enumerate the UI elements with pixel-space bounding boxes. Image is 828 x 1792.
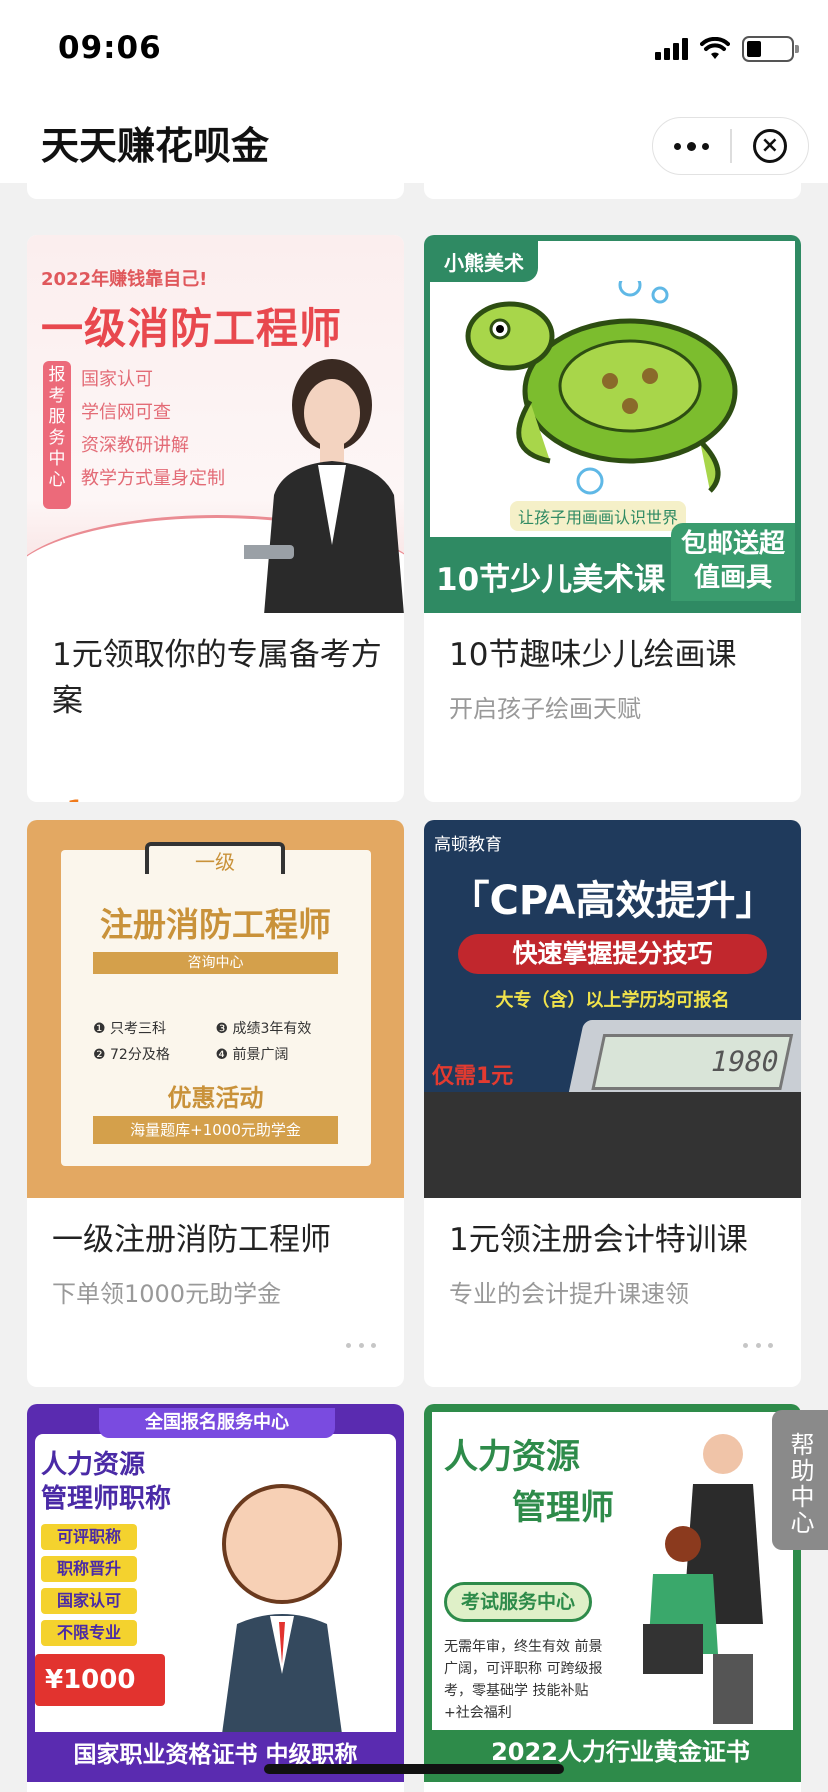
calculator-keys <box>424 1092 801 1198</box>
thumb-headline-2: 管理师 <box>512 1488 614 1528</box>
thumb-list: ❶ 只考三科 ❸ 成绩3年有效 ❷ 72分及格 ❹ 前景广阔 <box>93 1016 338 1068</box>
product-card-partial[interactable] <box>27 183 404 199</box>
product-thumbnail[interactable]: 全国报名服务中心 人力资源 管理师职称 可评职称 职称晋升 国家认可 不限专业 … <box>27 1404 404 1782</box>
product-card[interactable]: 2022年赚钱靠自己! 一级消防工程师 报考服务中心 国家认可 学信网可查 资深… <box>27 235 404 802</box>
brand-logo: 小熊美术 <box>430 241 538 282</box>
home-indicator <box>264 1764 564 1774</box>
product-card[interactable]: 全国报名服务中心 人力资源 管理师职称 可评职称 职称晋升 国家认可 不限专业 … <box>27 1404 404 1792</box>
thumb-list-item: ❸ 成绩3年有效 <box>215 1021 312 1037</box>
calculator-screen: 1980 <box>591 1034 794 1090</box>
product-title[interactable]: 1元领注册会计特训课 <box>449 1217 779 1263</box>
thumb-pill: 职称晋升 <box>41 1556 137 1582</box>
product-thumbnail[interactable]: 人力资源 管理师 考试服务中心 无需年审，终生有效 前景广阔，可评职称 可跨级报… <box>424 1404 801 1782</box>
thumb-headline: 注册消防工程师 <box>100 905 331 944</box>
product-subtitle: 专业的会计提升课速领 <box>449 1280 689 1308</box>
product-title[interactable]: 一级注册消防工程师 <box>52 1217 382 1263</box>
mini-program-capsule: × <box>652 117 809 175</box>
product-card[interactable]: 人力资源 管理师 考试服务中心 无需年审，终生有效 前景广阔，可评职称 可跨级报… <box>424 1404 801 1792</box>
product-title[interactable]: 1元领取你的专属备考方案 <box>52 632 382 724</box>
product-card-partial[interactable] <box>424 183 801 199</box>
thumb-headline: 人力资源 管理师职称 <box>41 1448 171 1516</box>
card-more-icon[interactable] <box>346 1343 376 1351</box>
product-thumbnail[interactable]: 一级 注册消防工程师 咨询中心 ❶ 只考三科 ❸ 成绩3年有效 ❷ 72分及格 … <box>27 820 404 1198</box>
nav-bar: 天天赚花呗金 × <box>0 95 828 183</box>
thumb-band-text: 10节少儿美术课 <box>436 562 666 598</box>
product-thumbnail[interactable]: 高顿教育 「CPA高效提升」 快速掌握提分技巧 大专（含）以上学历均可报名 19… <box>424 820 801 1198</box>
card-more-icon[interactable] <box>743 1343 773 1351</box>
thumb-clip-label: 一级 <box>145 842 285 874</box>
thumb-list-item: ❹ 前景广阔 <box>215 1047 289 1063</box>
presenter-illustration <box>244 359 404 613</box>
thumb-point: 资深教研讲解 <box>81 435 189 456</box>
thumb-tag: 2022年赚钱靠自己! <box>41 269 208 290</box>
help-center-tab[interactable]: 帮助中心 <box>772 1410 828 1550</box>
price-value: 1 <box>66 793 86 802</box>
product-feed[interactable]: 2022年赚钱靠自己! 一级消防工程师 报考服务中心 国家认可 学信网可查 资深… <box>0 183 828 1792</box>
brand-logo: 高顿教育 <box>434 835 502 855</box>
product-card[interactable]: 高顿教育 「CPA高效提升」 快速掌握提分技巧 大专（含）以上学历均可报名 19… <box>424 820 801 1387</box>
product-price: ¥1 <box>52 793 86 802</box>
thumb-pill: 可评职称 <box>41 1524 137 1550</box>
page-title: 天天赚花呗金 <box>41 124 270 168</box>
thumb-point: 教学方式量身定制 <box>81 468 225 489</box>
thumb-point: 国家认可 <box>81 369 153 390</box>
battery-icon <box>742 36 799 62</box>
thumb-red-banner: 快速掌握提分技巧 <box>458 934 767 974</box>
thumb-sub: 咨询中心 <box>93 952 338 974</box>
close-button[interactable]: × <box>732 118 808 174</box>
thumb-promo: 包邮送超值画具 <box>671 523 795 601</box>
turtle-illustration <box>465 281 738 495</box>
wifi-icon <box>700 37 730 59</box>
thumb-description: 无需年审，终生有效 前景广阔，可评职称 可跨级报考，零基础学 技能补贴+社会福利 <box>444 1639 603 1721</box>
thumb-pill: 不限专业 <box>41 1620 137 1646</box>
thumb-bottom-banner: 国家职业资格证书 中级职称 <box>27 1732 404 1782</box>
product-card[interactable]: 小熊美术 让孩子用画画认识世界 10节少儿美术课 包邮送超值画具 10节趣味少儿… <box>424 235 801 802</box>
product-card[interactable]: 一级 注册消防工程师 咨询中心 ❶ 只考三科 ❸ 成绩3年有效 ❷ 72分及格 … <box>27 820 404 1387</box>
close-icon: × <box>752 129 787 163</box>
thumb-headline: 人力资源 <box>444 1437 580 1477</box>
thumb-list-item: ❷ 72分及格 <box>93 1047 170 1063</box>
thumb-activity: 优惠活动 <box>167 1084 264 1112</box>
status-bar: 09:06 <box>0 0 828 95</box>
thumb-price-callout: 仅需1元 <box>432 1064 514 1089</box>
cellular-signal-icon <box>655 38 688 60</box>
thumb-coupon: ¥1000 <box>35 1654 165 1706</box>
thumb-points: 国家认可 学信网可查 资深教研讲解 教学方式量身定制 <box>81 363 225 495</box>
thumb-headline-line: 管理师职称 <box>41 1484 172 1514</box>
thumb-point: 学信网可查 <box>81 402 171 423</box>
thumb-pill: 国家认可 <box>41 1588 137 1614</box>
more-options-button[interactable] <box>653 118 730 174</box>
office-workers-illustration <box>643 1434 763 1724</box>
thumb-yellow-text: 大专（含）以上学历均可报名 <box>495 990 730 1011</box>
thumb-headline: 「CPA高效提升」 <box>449 878 776 924</box>
thumb-hint: 让孩子用画画认识世界 <box>510 501 687 531</box>
thumb-headline-line: 人力资源 <box>41 1450 146 1480</box>
cartoon-body-illustration <box>222 1614 342 1734</box>
thumb-badge: 考试服务中心 <box>444 1582 592 1622</box>
cartoon-woman-illustration <box>222 1484 342 1604</box>
status-time: 09:06 <box>58 30 162 66</box>
thumb-list-item: ❶ 只考三科 <box>93 1021 167 1037</box>
product-title[interactable]: 10节趣味少儿绘画课 <box>449 632 779 678</box>
product-thumbnail[interactable]: 小熊美术 让孩子用画画认识世界 10节少儿美术课 包邮送超值画具 <box>424 235 801 613</box>
product-thumbnail[interactable]: 2022年赚钱靠自己! 一级消防工程师 报考服务中心 国家认可 学信网可查 资深… <box>27 235 404 613</box>
thumb-top-label: 全国报名服务中心 <box>99 1408 335 1438</box>
thumb-footer: 海量题库+1000元助学金 <box>93 1116 338 1144</box>
thumb-vertical-label: 报考服务中心 <box>43 361 71 509</box>
status-icons <box>655 34 799 64</box>
product-subtitle: 开启孩子绘画天赋 <box>449 695 641 723</box>
product-subtitle: 下单领1000元助学金 <box>52 1280 282 1308</box>
